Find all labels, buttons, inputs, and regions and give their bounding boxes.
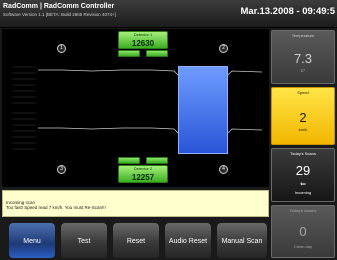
datetime-display: Mar.13.2008 - 09:49:5 bbox=[240, 6, 335, 17]
software-version: Software Version 1.1 [BETA: Build 2665 R… bbox=[3, 12, 116, 17]
alarms-label: Today's Alarms bbox=[289, 208, 317, 213]
bottom-button-bar: Menu Test Reset Audio Reset Manual Scan bbox=[0, 220, 270, 260]
reset-button[interactable]: Reset bbox=[112, 222, 160, 259]
bottom-axis-ticks bbox=[12, 112, 36, 150]
todays-alarms-panel: Today's Alarms 0 Clean day bbox=[271, 205, 335, 258]
top-axis-ticks bbox=[12, 66, 36, 104]
menu-button[interactable]: Menu bbox=[8, 222, 56, 259]
temperature-unit: C° bbox=[300, 68, 306, 73]
manual-scan-button[interactable]: Manual Scan bbox=[216, 222, 268, 259]
marker-4[interactable]: 4 bbox=[219, 165, 228, 174]
radcomm-controller-window: RadComm | RadComm Controller Software Ve… bbox=[0, 0, 337, 260]
test-button[interactable]: Test bbox=[60, 222, 108, 259]
detector-bottom-readout: Detector 2 12257 bbox=[118, 165, 168, 183]
detector-bottom-value: 12257 bbox=[131, 173, 155, 182]
marker-2[interactable]: 2 bbox=[219, 44, 228, 53]
todays-scans-panel: Today's Scans 29 ⇐ Incoming bbox=[271, 148, 335, 202]
audio-reset-button[interactable]: Audio Reset bbox=[164, 222, 212, 259]
scans-direction: Incoming bbox=[294, 190, 312, 195]
temperature-panel: Temperature 7.3 C° bbox=[271, 30, 335, 84]
marker-3[interactable]: 3 bbox=[57, 165, 66, 174]
alarms-status: Clean day bbox=[293, 244, 312, 249]
scans-label: Today's Scans bbox=[290, 151, 316, 156]
alarms-value: 0 bbox=[299, 224, 307, 239]
speed-value: 2 bbox=[299, 110, 307, 125]
speed-unit: km/h bbox=[298, 127, 308, 132]
arrow-left-icon: ⇐ bbox=[300, 181, 306, 188]
detector-bottom-tab-right[interactable] bbox=[146, 157, 168, 164]
message-line-2: Too fast! Speed read 7 km/h. You must Re… bbox=[6, 205, 106, 210]
detector-graph: Detector 1 12630 Detector 2 12257 1 2 3 … bbox=[2, 29, 269, 187]
temperature-value: 7.3 bbox=[293, 51, 313, 66]
status-message-bar: Incoming scan Too fast! Speed read 7 km/… bbox=[2, 190, 269, 217]
scan-window-panel[interactable] bbox=[178, 66, 228, 154]
marker-1[interactable]: 1 bbox=[57, 44, 66, 53]
title-bar: RadComm | RadComm Controller Software Ve… bbox=[0, 0, 337, 28]
detector-bottom-tab-left[interactable] bbox=[118, 157, 140, 164]
detector-top-signal-line bbox=[38, 69, 263, 76]
scans-value: 29 bbox=[295, 163, 311, 178]
detector-top-tab-left[interactable] bbox=[118, 50, 140, 57]
detector-top-value: 12630 bbox=[131, 39, 155, 48]
detector-top-readout: Detector 1 12630 bbox=[118, 31, 168, 49]
app-title: RadComm | RadComm Controller bbox=[3, 3, 115, 10]
detector-top-tab-right[interactable] bbox=[146, 50, 168, 57]
temperature-label: Temperature bbox=[291, 33, 315, 38]
speed-panel: Speed 2 km/h bbox=[271, 87, 335, 145]
speed-label: Speed bbox=[297, 90, 309, 95]
detector-bottom-signal-line bbox=[38, 127, 263, 134]
